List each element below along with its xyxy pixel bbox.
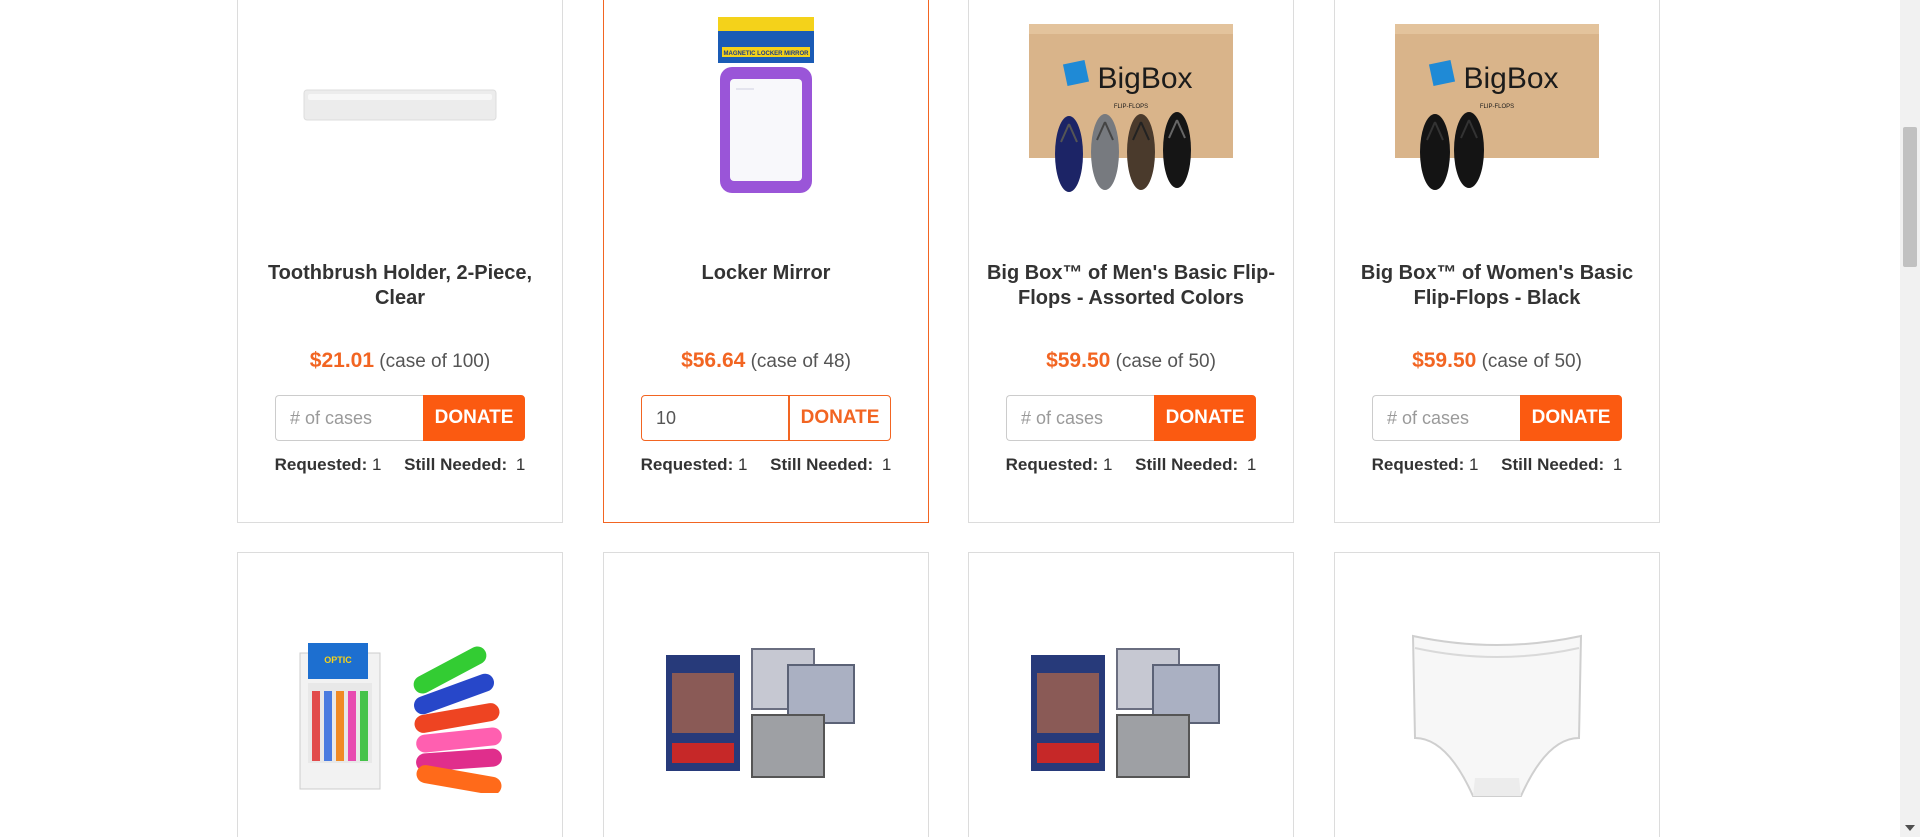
price-line: $59.50 (case of 50): [969, 349, 1293, 373]
case-size: (case of 50): [1115, 351, 1216, 372]
boxer-shorts-icon: [1031, 648, 1220, 778]
box-brand: BigBox: [1097, 62, 1192, 95]
requested-label: Requested:: [1371, 455, 1465, 474]
product-price: $59.50: [1412, 349, 1477, 372]
product-image[interactable]: [604, 613, 928, 813]
requested-label: Requested:: [640, 455, 734, 474]
product-card: BigBox FLIP-FLOPS Big Box™ of Women's Ba…: [1334, 0, 1660, 523]
product-grid-page: Toothbrush Holder, 2-Piece, Clear $21.01…: [0, 0, 1920, 837]
price-line: $56.64 (case of 48): [604, 349, 928, 373]
requested-line: Requested: 1 Still Needed: 1: [969, 455, 1293, 475]
requested-count: 1: [737, 455, 748, 474]
big-box-flip-flops-icon: BigBox FLIP-FLOPS: [1029, 24, 1233, 192]
product-title[interactable]: Big Box™ of Women's Basic Flip-Flops - B…: [1351, 261, 1643, 311]
product-card: [603, 552, 929, 837]
product-price: $21.01: [309, 349, 375, 372]
product-card-selected: MAGNETIC LOCKER MIRROR Locker Mirror $56…: [603, 0, 929, 523]
case-size: (case of 100): [379, 351, 491, 372]
still-needed-label: Still Needed:: [1135, 455, 1239, 474]
donate-form: DONATE: [604, 395, 928, 441]
nail-clipper-display-icon: OPTIC: [299, 643, 502, 793]
still-needed-label: Still Needed:: [1501, 455, 1605, 474]
product-image[interactable]: OPTIC: [238, 613, 562, 813]
product-card: [968, 552, 1294, 837]
product-title[interactable]: Toothbrush Holder, 2-Piece, Clear: [254, 261, 546, 311]
cases-input[interactable]: [1006, 395, 1154, 441]
donate-form: DONATE: [238, 395, 562, 441]
product-image[interactable]: BigBox FLIP-FLOPS: [1335, 0, 1659, 209]
product-image[interactable]: MAGNETIC LOCKER MIRROR: [604, 0, 928, 209]
product-card: OPTIC: [237, 552, 563, 837]
donate-form: DONATE: [969, 395, 1293, 441]
box-brand: BigBox: [1463, 62, 1558, 95]
requested-count: 1: [371, 455, 382, 474]
still-needed-count: 1: [1612, 455, 1623, 474]
cases-input[interactable]: [1372, 395, 1520, 441]
product-image[interactable]: [238, 0, 562, 209]
product-card: BigBox FLIP-FLOPS Big Box™ of Men's Basi…: [968, 0, 1294, 523]
box-sub: FLIP-FLOPS: [1114, 104, 1148, 110]
donate-form: DONATE: [1335, 395, 1659, 441]
scrollbar-thumb[interactable]: [1903, 127, 1917, 267]
white-briefs-icon: [1411, 634, 1583, 797]
case-size: (case of 50): [1481, 351, 1582, 372]
donate-button[interactable]: DONATE: [1154, 395, 1256, 441]
still-needed-count: 1: [881, 455, 892, 474]
product-title[interactable]: Big Box™ of Men's Basic Flip-Flops - Ass…: [985, 261, 1277, 311]
still-needed-label: Still Needed:: [770, 455, 874, 474]
product-image[interactable]: BigBox FLIP-FLOPS: [969, 0, 1293, 209]
product-card: [1334, 552, 1660, 837]
package-label: MAGNETIC LOCKER MIRROR: [724, 51, 810, 57]
requested-label: Requested:: [1005, 455, 1099, 474]
product-image[interactable]: [969, 613, 1293, 813]
scrollbar-track[interactable]: [1900, 0, 1920, 837]
price-line: $21.01 (case of 100): [238, 349, 562, 373]
toothbrush-holder-icon: [303, 89, 497, 121]
display-label: OPTIC: [324, 655, 352, 665]
scroll-down-arrow-icon[interactable]: [1905, 825, 1915, 831]
requested-line: Requested: 1 Still Needed: 1: [238, 455, 562, 475]
requested-line: Requested: 1 Still Needed: 1: [604, 455, 928, 475]
product-card: Toothbrush Holder, 2-Piece, Clear $21.01…: [237, 0, 563, 523]
product-price: $56.64: [681, 349, 746, 372]
still-needed-count: 1: [515, 455, 526, 474]
boxer-shorts-icon: [666, 648, 855, 778]
box-sub: FLIP-FLOPS: [1480, 104, 1514, 110]
cases-input[interactable]: [641, 395, 789, 441]
requested-label: Requested:: [274, 455, 368, 474]
donate-button[interactable]: DONATE: [789, 395, 891, 441]
still-needed-label: Still Needed:: [404, 455, 508, 474]
donate-button[interactable]: DONATE: [1520, 395, 1622, 441]
big-box-flip-flops-icon: BigBox FLIP-FLOPS: [1395, 24, 1599, 190]
still-needed-count: 1: [1246, 455, 1257, 474]
requested-count: 1: [1468, 455, 1479, 474]
requested-count: 1: [1102, 455, 1113, 474]
price-line: $59.50 (case of 50): [1335, 349, 1659, 373]
product-price: $59.50: [1046, 349, 1111, 372]
cases-input[interactable]: [275, 395, 423, 441]
case-size: (case of 48): [750, 351, 851, 372]
product-title[interactable]: Locker Mirror: [620, 261, 912, 286]
locker-mirror-icon: MAGNETIC LOCKER MIRROR: [718, 17, 814, 193]
product-image[interactable]: [1335, 608, 1659, 818]
donate-button[interactable]: DONATE: [423, 395, 525, 441]
requested-line: Requested: 1 Still Needed: 1: [1335, 455, 1659, 475]
